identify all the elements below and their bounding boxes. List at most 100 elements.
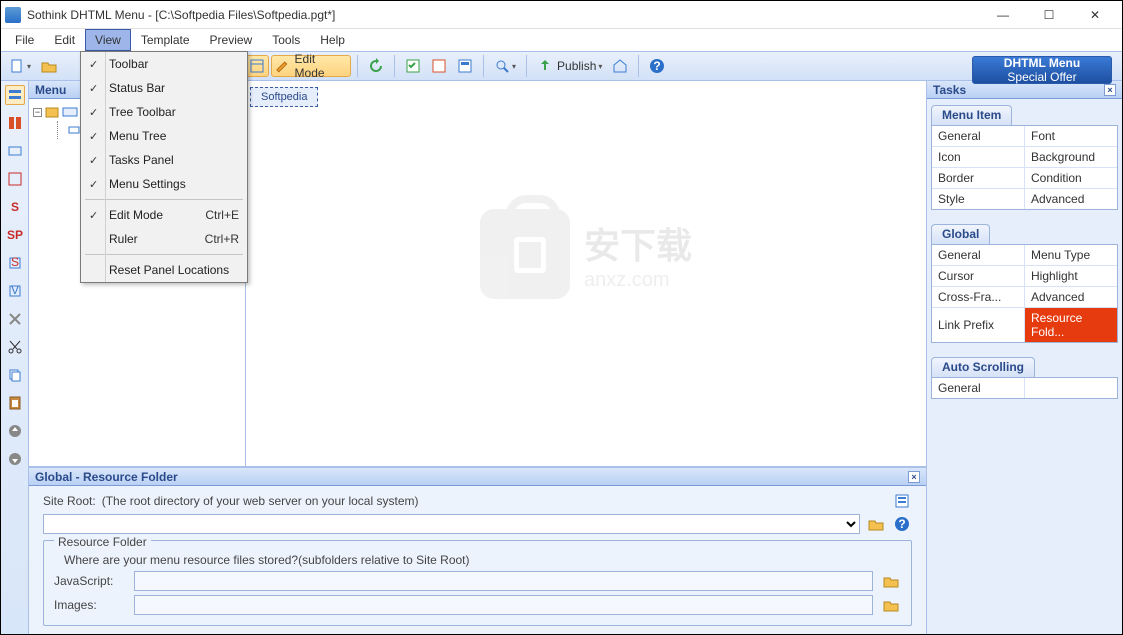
menu-edit[interactable]: Edit xyxy=(44,29,85,51)
svg-text:SP: SP xyxy=(7,228,23,242)
lt-item-1[interactable] xyxy=(5,85,25,105)
lt-down[interactable] xyxy=(5,449,25,469)
publish-button[interactable]: Publish▾ xyxy=(533,55,606,77)
lt-item-8[interactable]: V xyxy=(5,281,25,301)
edit-mode-button[interactable]: Edit Mode xyxy=(271,55,351,77)
task-cell[interactable]: Resource Fold... xyxy=(1025,308,1117,342)
site-root-select[interactable] xyxy=(43,514,860,534)
browse-images[interactable] xyxy=(881,596,901,614)
view-edit-mode[interactable]: ✓Edit ModeCtrl+E xyxy=(81,203,247,227)
design-area[interactable]: Softpedia 安下载 anxz.com xyxy=(246,81,926,466)
view-tasks-panel[interactable]: ✓Tasks Panel xyxy=(81,148,247,172)
resource-folder-legend: Resource Folder xyxy=(54,535,151,549)
menu-item-block: Menu Item GeneralFontIconBackgroundBorde… xyxy=(931,105,1118,210)
app-icon xyxy=(5,7,21,23)
minimize-button[interactable]: — xyxy=(980,2,1026,28)
zoom-button[interactable]: ▾ xyxy=(490,55,520,77)
new-button[interactable]: ▾ xyxy=(5,55,35,77)
site-root-label: Site Root: xyxy=(43,494,96,508)
svg-text:S: S xyxy=(10,200,18,214)
title-bar: Sothink DHTML Menu - [C:\Softpedia Files… xyxy=(1,1,1122,29)
tool-a-button[interactable] xyxy=(401,55,425,77)
home-button[interactable] xyxy=(608,55,632,77)
lt-copy[interactable] xyxy=(5,365,25,385)
javascript-input[interactable] xyxy=(134,571,873,591)
layout-button[interactable] xyxy=(245,55,269,77)
task-cell[interactable]: Link Prefix xyxy=(932,308,1025,342)
maximize-button[interactable]: ☐ xyxy=(1026,2,1072,28)
images-input[interactable] xyxy=(134,595,873,615)
close-button[interactable]: ✕ xyxy=(1072,2,1118,28)
site-root-hint: (The root directory of your web server o… xyxy=(102,494,419,508)
task-cell[interactable]: Border xyxy=(932,168,1025,188)
properties-close[interactable]: × xyxy=(908,471,920,483)
task-cell[interactable]: Font xyxy=(1025,126,1117,146)
svg-text:V: V xyxy=(10,283,18,297)
javascript-label: JavaScript: xyxy=(54,574,126,588)
menu-tools[interactable]: Tools xyxy=(262,29,310,51)
task-cell[interactable]: Cursor xyxy=(932,266,1025,286)
task-cell[interactable]: Background xyxy=(1025,147,1117,167)
view-status-bar[interactable]: ✓Status Bar xyxy=(81,76,247,100)
watermark: 安下载 anxz.com xyxy=(480,209,692,299)
menu-view[interactable]: View xyxy=(85,29,131,51)
task-cell[interactable]: General xyxy=(932,245,1025,265)
global-tab[interactable]: Global xyxy=(931,224,990,244)
view-tree-toolbar[interactable]: ✓Tree Toolbar xyxy=(81,100,247,124)
lt-item-4[interactable] xyxy=(5,169,25,189)
view-menu-settings[interactable]: ✓Menu Settings xyxy=(81,172,247,196)
view-reset-panel-locations[interactable]: Reset Panel Locations xyxy=(81,258,247,282)
menu-template[interactable]: Template xyxy=(131,29,200,51)
lt-cut[interactable] xyxy=(5,337,25,357)
open-button[interactable] xyxy=(37,55,61,77)
menu-file[interactable]: File xyxy=(5,29,44,51)
auto-scrolling-block: Auto Scrolling General xyxy=(931,357,1118,399)
menu-preview[interactable]: Preview xyxy=(200,29,263,51)
tool-c-button[interactable] xyxy=(453,55,477,77)
auto-scrolling-tab[interactable]: Auto Scrolling xyxy=(931,357,1035,377)
lt-item-6[interactable]: SP xyxy=(5,225,25,245)
tasks-close[interactable]: × xyxy=(1104,84,1116,96)
menu-icon xyxy=(62,104,78,120)
task-cell[interactable]: Cross-Fra... xyxy=(932,287,1025,307)
task-cell[interactable]: Condition xyxy=(1025,168,1117,188)
task-cell[interactable]: Icon xyxy=(932,147,1025,167)
lt-paste[interactable] xyxy=(5,393,25,413)
task-cell[interactable]: General xyxy=(932,126,1025,146)
help-button[interactable]: ? xyxy=(645,55,669,77)
design-menu-item[interactable]: Softpedia xyxy=(250,87,318,107)
properties-panel: Global - Resource Folder × Site Root: (T… xyxy=(29,467,926,634)
menu-help[interactable]: Help xyxy=(310,29,355,51)
task-cell[interactable]: Advanced xyxy=(1025,287,1117,307)
task-cell[interactable]: Style xyxy=(932,189,1025,209)
view-toolbar[interactable]: ✓Toolbar xyxy=(81,52,247,76)
view-dropdown: ✓Toolbar ✓Status Bar ✓Tree Toolbar ✓Menu… xyxy=(80,51,248,283)
lt-delete[interactable] xyxy=(5,309,25,329)
window-title: Sothink DHTML Menu - [C:\Softpedia Files… xyxy=(27,8,980,22)
task-cell[interactable]: Menu Type xyxy=(1025,245,1117,265)
refresh-button[interactable] xyxy=(364,55,388,77)
task-cell[interactable]: Highlight xyxy=(1025,266,1117,286)
lt-item-7[interactable]: S xyxy=(5,253,25,273)
item-icon xyxy=(68,124,80,136)
promo-banner[interactable]: DHTML Menu Special Offer xyxy=(972,56,1112,84)
svg-text:S: S xyxy=(10,255,18,269)
browse-javascript[interactable] xyxy=(881,572,901,590)
help-site-root[interactable]: ? xyxy=(892,515,912,533)
promo-line2: Special Offer xyxy=(1007,70,1076,84)
task-cell[interactable]: Advanced xyxy=(1025,189,1117,209)
tool-b-button[interactable] xyxy=(427,55,451,77)
lt-up[interactable] xyxy=(5,421,25,441)
svg-text:?: ? xyxy=(898,517,905,531)
task-cell[interactable]: General xyxy=(932,378,1025,398)
lt-item-3[interactable] xyxy=(5,141,25,161)
lt-item-2[interactable] xyxy=(5,113,25,133)
view-menu-tree[interactable]: ✓Menu Tree xyxy=(81,124,247,148)
panel-options-button[interactable] xyxy=(892,492,912,510)
menu-item-tab[interactable]: Menu Item xyxy=(931,105,1012,125)
task-cell[interactable] xyxy=(1025,378,1117,398)
browse-site-root[interactable] xyxy=(866,515,886,533)
lt-item-5[interactable]: S xyxy=(5,197,25,217)
folder-icon xyxy=(44,104,60,120)
view-ruler[interactable]: RulerCtrl+R xyxy=(81,227,247,251)
